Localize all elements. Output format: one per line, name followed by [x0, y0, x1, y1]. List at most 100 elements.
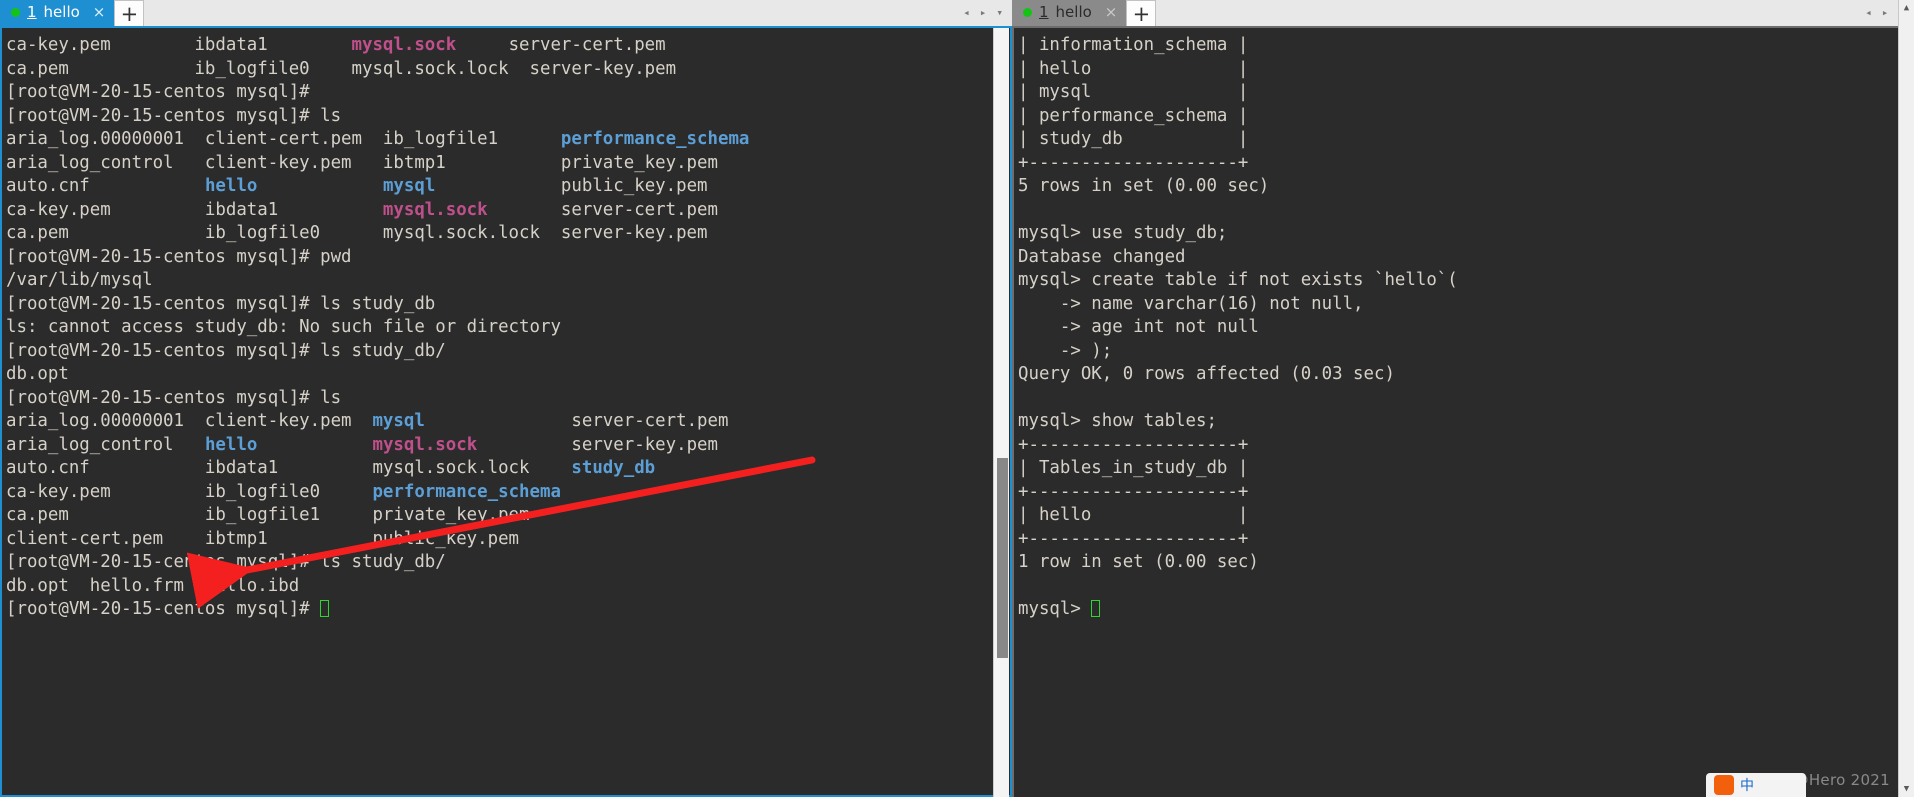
terminal-text: server-key.pem	[477, 434, 718, 455]
terminal-line: [root@VM-20-15-centos mysql]# ls study_d…	[6, 340, 1012, 364]
terminal-text: auto.cnf ibdata1 mysql.sock.lock	[6, 458, 572, 478]
terminal-text: mysql> create table if not exists `hello…	[1018, 270, 1458, 290]
close-icon[interactable]: ×	[93, 3, 106, 21]
terminal-line: aria_log.00000001 client-key.pem mysql s…	[6, 410, 1012, 434]
terminal-text: Database changed	[1018, 246, 1186, 267]
terminal-line: 5 rows in set (0.00 sec)	[1018, 175, 1914, 199]
terminal-line: mysql> show tables;	[1018, 410, 1914, 434]
terminal-text: study_db	[571, 458, 656, 478]
terminal-text: server-cert.pem	[456, 35, 666, 55]
left-scrollbar-thumb[interactable]	[997, 458, 1008, 658]
terminal-window: 1 hello × + ◂ ▸ ▾ ca-key.pem ibdata1 mys…	[0, 0, 1914, 797]
terminal-line: | hello |	[1018, 58, 1914, 82]
terminal-line: Query OK, 0 rows affected (0.03 sec)	[1018, 363, 1914, 387]
status-dot-icon	[11, 7, 20, 17]
terminal-line: ls: cannot access study_db: No such file…	[6, 316, 1012, 340]
terminal-text: | performance_schema |	[1018, 105, 1249, 126]
terminal-text: /var/lib/mysql	[6, 270, 153, 290]
prev-tab-icon[interactable]: ◂	[1865, 6, 1872, 19]
status-dot-icon	[1023, 7, 1032, 17]
terminal-line: [root@VM-20-15-centos mysql]# ls study_d…	[6, 551, 1012, 575]
terminal-line: client-cert.pem ibtmp1 public_key.pem	[6, 528, 1012, 552]
left-tab-index: 1	[27, 3, 37, 21]
terminal-text: db.opt	[6, 364, 69, 384]
terminal-line: /var/lib/mysql	[6, 269, 1012, 293]
left-scrollbar[interactable]	[993, 28, 1009, 797]
next-tab-icon[interactable]: ▸	[1882, 6, 1889, 19]
window-scrollbar[interactable]: ▲ ▼	[1898, 0, 1914, 797]
right-tab-spacer	[1156, 0, 1857, 26]
terminal-text: ca-key.pem ib_logfile0	[6, 481, 373, 502]
scroll-up-icon[interactable]: ▲	[1899, 0, 1914, 16]
new-tab-button[interactable]: +	[114, 0, 145, 26]
terminal-line: aria_log_control hello mysql.sock server…	[6, 434, 1012, 458]
close-icon[interactable]: ×	[1105, 3, 1118, 21]
terminal-line: -> age int not null	[1018, 316, 1914, 340]
terminal-text: -> );	[1018, 340, 1113, 361]
terminal-line: aria_log.00000001 client-cert.pem ib_log…	[6, 128, 1012, 152]
terminal-text: -> age int not null	[1018, 317, 1259, 337]
terminal-cursor	[320, 600, 330, 617]
terminal-text: performance_schema	[372, 481, 561, 502]
terminal-text: ls: cannot access study_db: No such file…	[6, 317, 561, 337]
terminal-line: ca.pem ib_logfile0 mysql.sock.lock serve…	[6, 58, 1012, 82]
terminal-line: ca-key.pem ib_logfile0 performance_schem…	[6, 481, 1012, 505]
new-tab-button[interactable]: +	[1126, 0, 1157, 26]
tab-menu-icon[interactable]: ▾	[996, 6, 1003, 19]
terminal-text: hello	[204, 176, 258, 196]
terminal-text: server-cert.pem	[424, 411, 729, 431]
terminal-text: -> name varchar(16) not null,	[1018, 293, 1364, 314]
left-terminal-output[interactable]: ca-key.pem ibdata1 mysql.sock server-cer…	[0, 28, 1012, 797]
right-tab-title: hello	[1055, 3, 1092, 21]
terminal-cursor	[1091, 600, 1101, 617]
terminal-text: aria_log.00000001 client-cert.pem ib_log…	[6, 129, 561, 149]
terminal-text: [root@VM-20-15-centos mysql]# pwd	[6, 246, 352, 267]
terminal-text: Query OK, 0 rows affected (0.03 sec)	[1018, 364, 1395, 384]
ime-taskbar: 中	[1706, 773, 1806, 797]
terminal-line: -> );	[1018, 340, 1914, 364]
terminal-text: client-cert.pem ibtmp1 public_key.pem	[6, 528, 520, 549]
terminal-line: | study_db |	[1018, 128, 1914, 152]
terminal-line: db.opt hello.frm hello.ibd	[6, 575, 1012, 599]
terminal-line: | Tables_in_study_db |	[1018, 457, 1914, 481]
terminal-text: +--------------------+	[1018, 481, 1249, 502]
terminal-text: ca.pem ib_logfile0 mysql.sock.lock serve…	[6, 223, 708, 243]
right-tab-bar: 1 hello × + ◂ ▸ ▾	[1012, 0, 1914, 28]
terminal-line: aria_log_control client-key.pem ibtmp1 p…	[6, 152, 1012, 176]
terminal-line: [root@VM-20-15-centos mysql]# ls study_d…	[6, 293, 1012, 317]
terminal-text: +--------------------+	[1018, 152, 1249, 173]
left-terminal-panel: 1 hello × + ◂ ▸ ▾ ca-key.pem ibdata1 mys…	[0, 0, 1012, 797]
terminal-text: mysql.sock	[351, 35, 457, 55]
terminal-text: db.opt hello.frm hello.ibd	[6, 575, 300, 596]
terminal-text: | information_schema |	[1018, 35, 1249, 55]
left-tab-hello[interactable]: 1 hello ×	[0, 0, 115, 26]
terminal-line: ca.pem ib_logfile0 mysql.sock.lock serve…	[6, 222, 1012, 246]
terminal-text: mysql	[372, 411, 425, 431]
right-tab-index: 1	[1039, 3, 1049, 21]
terminal-line: +--------------------+	[1018, 528, 1914, 552]
right-terminal-panel: 1 hello × + ◂ ▸ ▾ | information_schema |…	[1012, 0, 1914, 797]
prev-tab-icon[interactable]: ◂	[963, 6, 970, 19]
terminal-text: | mysql |	[1018, 82, 1249, 102]
terminal-text: [root@VM-20-15-centos mysql]# ls study_d…	[6, 340, 446, 361]
terminal-text: mysql.sock	[382, 199, 488, 220]
scroll-down-icon[interactable]: ▼	[1899, 781, 1914, 797]
terminal-text: public_key.pem	[435, 176, 708, 196]
right-terminal-output[interactable]: | information_schema | | hello | | mysql |…	[1012, 28, 1914, 797]
terminal-line: 1 row in set (0.00 sec)	[1018, 551, 1914, 575]
terminal-text: [root@VM-20-15-centos mysql]# ls	[6, 105, 342, 126]
terminal-text: auto.cnf	[6, 176, 205, 196]
terminal-text: mysql	[382, 176, 436, 196]
terminal-text: [root@VM-20-15-centos mysql]#	[6, 599, 321, 619]
terminal-line: [root@VM-20-15-centos mysql]# ls	[6, 105, 1012, 129]
left-tab-bar: 1 hello × + ◂ ▸ ▾	[0, 0, 1012, 28]
terminal-text: 1 row in set (0.00 sec)	[1018, 552, 1259, 572]
terminal-text: | hello |	[1018, 58, 1249, 79]
right-tab-hello[interactable]: 1 hello ×	[1012, 0, 1127, 26]
terminal-text: ca-key.pem ibdata1	[6, 35, 352, 55]
next-tab-icon[interactable]: ▸	[980, 6, 987, 19]
terminal-text: aria_log_control	[6, 434, 205, 455]
